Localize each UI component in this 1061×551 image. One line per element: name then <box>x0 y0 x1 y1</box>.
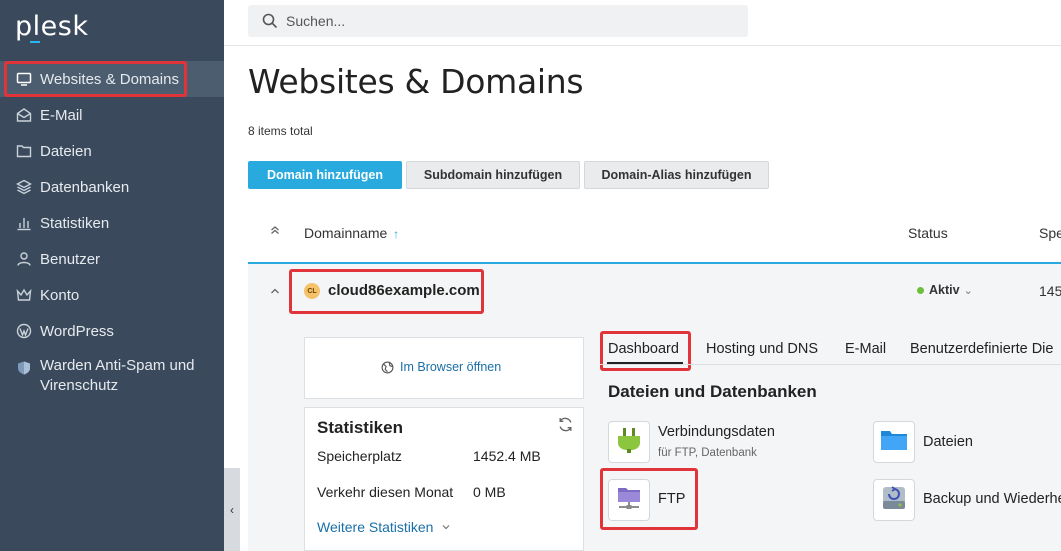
highlight-frame-dashboard <box>600 331 691 371</box>
column-header-status[interactable]: Status <box>908 225 948 241</box>
open-in-browser-label: Im Browser öffnen <box>400 360 502 374</box>
bar-chart-icon <box>16 215 32 231</box>
chevron-down-icon <box>442 525 450 530</box>
highlight-frame-domain <box>289 269 484 314</box>
more-statistics-label: Weitere Statistiken <box>317 519 434 535</box>
chevron-left-icon: ‹ <box>230 502 234 517</box>
items-total: 8 items total <box>248 124 313 138</box>
sidebar-item-label: Statistiken <box>40 214 110 232</box>
stat-label-traffic: Verkehr diesen Monat <box>317 484 454 500</box>
search-icon <box>262 13 278 29</box>
section-title: Dateien und Datenbanken <box>608 382 817 401</box>
status-dropdown[interactable]: Aktiv ⌄ <box>917 283 973 297</box>
files-tool-label[interactable]: Dateien <box>923 434 973 450</box>
sidebar-item-account[interactable]: Konto <box>0 277 224 313</box>
column-header-third[interactable]: Spe <box>1039 225 1061 241</box>
collapse-all-icon[interactable] <box>269 224 281 239</box>
stat-label-storage: Speicherplatz <box>317 448 402 464</box>
sidebar-item-files[interactable]: Dateien <box>0 133 224 169</box>
tab-email[interactable]: E-Mail <box>845 341 886 357</box>
collapse-row-icon[interactable] <box>269 284 281 302</box>
globe-icon <box>381 361 394 374</box>
stat-value-traffic: 0 MB <box>473 484 506 500</box>
tab-hosting-dns[interactable]: Hosting und DNS <box>706 341 818 357</box>
tab-custom-services[interactable]: Benutzerdefinierte Die <box>910 341 1053 357</box>
chevron-down-icon: ⌄ <box>963 284 973 297</box>
sidebar-item-email[interactable]: E-Mail <box>0 97 224 133</box>
connection-info-sub: für FTP, Datenbank <box>658 447 757 459</box>
status-dot <box>917 286 924 294</box>
column-header-label: Domainname <box>304 225 388 241</box>
sidebar-item-label: Dateien <box>40 142 92 160</box>
files-tool[interactable] <box>873 421 915 463</box>
connection-info-label[interactable]: Verbindungsdaten <box>658 424 775 440</box>
top-bar <box>224 0 1061 46</box>
connection-info-tool[interactable] <box>608 421 650 463</box>
sidebar-item-label: WordPress <box>40 322 114 340</box>
tabs-divider <box>600 364 1061 365</box>
add-domain-button[interactable]: Domain hinzufügen <box>248 161 402 189</box>
folder-icon <box>880 428 908 457</box>
plesk-logo[interactable]: plesk <box>15 11 88 42</box>
backup-drive-icon <box>880 484 908 517</box>
layers-icon <box>16 179 32 195</box>
add-domain-alias-button[interactable]: Domain-Alias hinzufügen <box>584 161 769 189</box>
sidebar-item-statistics[interactable]: Statistiken <box>0 205 224 241</box>
statistics-title: Statistiken <box>317 418 403 437</box>
folder-icon <box>16 143 32 159</box>
envelope-open-icon <box>16 107 32 123</box>
sidebar-item-users[interactable]: Benutzer <box>0 241 224 277</box>
page-title: Websites & Domains <box>248 62 584 101</box>
more-statistics-link[interactable]: Weitere Statistiken <box>317 519 451 535</box>
stat-value-storage: 1452.4 MB <box>473 448 541 464</box>
storage-value: 145 <box>1039 283 1061 299</box>
sidebar-item-label: Konto <box>40 286 80 304</box>
search-input[interactable] <box>286 13 726 29</box>
sidebar-item-label: Datenbanken <box>40 178 130 196</box>
status-label: Aktiv <box>929 283 960 297</box>
sidebar-item-wordpress[interactable]: WordPress <box>0 313 224 349</box>
sidebar-collapse-button[interactable]: ‹ <box>224 468 240 551</box>
sidebar-item-label: Warden Anti-Spam und Virenschutz <box>40 357 195 394</box>
highlight-frame-websites <box>4 61 187 97</box>
search-box[interactable] <box>248 5 748 37</box>
highlight-frame-ftp <box>600 468 698 530</box>
sidebar-item-label: Benutzer <box>40 250 101 268</box>
crown-icon <box>16 287 32 303</box>
plug-icon <box>614 425 644 460</box>
wordpress-icon <box>16 323 32 339</box>
backup-tool[interactable] <box>873 479 915 521</box>
refresh-icon[interactable] <box>557 416 574 438</box>
shield-icon <box>16 360 32 376</box>
add-subdomain-button[interactable]: Subdomain hinzufügen <box>406 161 580 189</box>
sidebar-item-label: E-Mail <box>40 106 83 124</box>
backup-tool-label[interactable]: Backup und Wiederhe <box>923 491 1061 507</box>
open-in-browser-link[interactable]: Im Browser öffnen <box>381 360 501 374</box>
column-header-domain[interactable]: Domainname ↑ <box>304 225 399 241</box>
user-icon <box>16 251 32 267</box>
logo-accent <box>30 41 40 43</box>
sort-ascending-icon: ↑ <box>393 227 400 241</box>
sidebar-item-databases[interactable]: Datenbanken <box>0 169 224 205</box>
sidebar-item-warden[interactable]: Warden Anti-Spam und Virenschutz <box>0 356 224 400</box>
